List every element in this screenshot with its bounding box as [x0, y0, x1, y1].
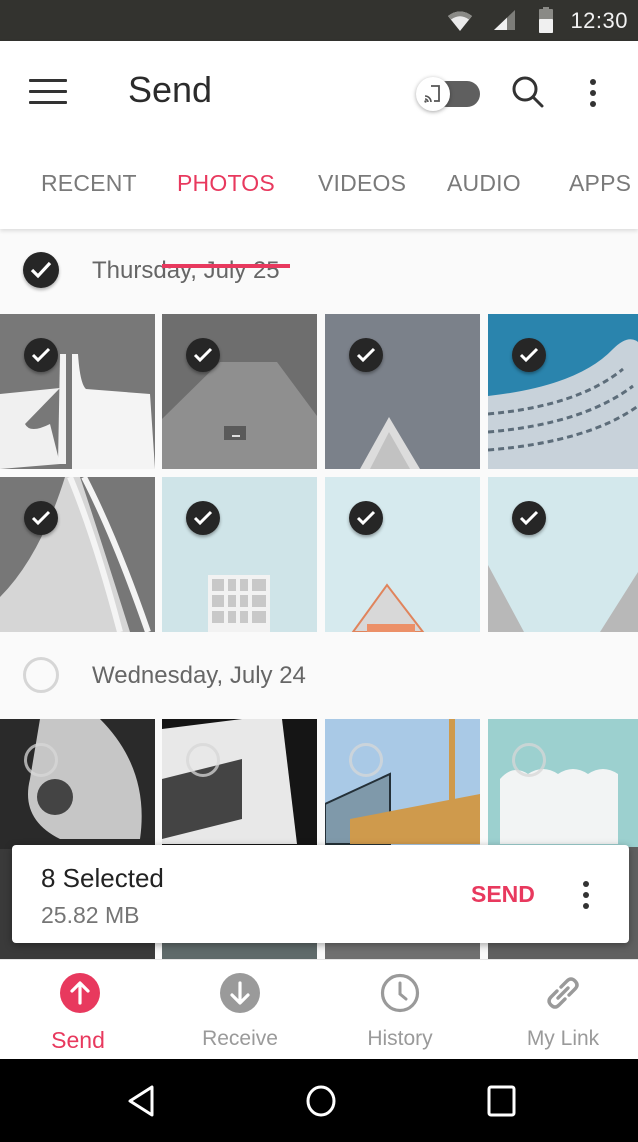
nav-item-history[interactable]: History [320, 960, 480, 1060]
nav-item-receive[interactable]: Receive [160, 960, 320, 1060]
nav-label: Send [51, 1027, 105, 1053]
nav-item-send[interactable]: Send [0, 960, 160, 1060]
more-vert-icon[interactable] [573, 877, 599, 913]
battery-icon [539, 7, 553, 33]
photo-thumbnail[interactable] [488, 477, 638, 632]
tab-audio[interactable]: AUDIO [447, 170, 521, 197]
category-tabs: RECENT PHOTOS VIDEOS AUDIO APPS [0, 140, 638, 268]
selection-summary-card: 8 Selected 25.82 MB SEND [12, 845, 629, 943]
back-triangle-icon[interactable] [122, 1081, 162, 1121]
photo-checkbox[interactable] [512, 338, 546, 372]
more-vert-icon[interactable] [580, 73, 606, 113]
checkmark-icon [193, 347, 213, 363]
checkmark-icon [31, 347, 51, 363]
photo-thumbnail[interactable] [0, 477, 155, 632]
photo-checkbox[interactable] [24, 338, 58, 372]
photo-image [0, 314, 155, 469]
photo-thumbnail[interactable] [325, 477, 480, 632]
upload-arrow-icon [60, 973, 100, 1013]
checkmark-icon [30, 261, 52, 279]
photo-checkbox[interactable] [512, 743, 546, 777]
active-tab-indicator [162, 264, 290, 268]
checkmark-icon [193, 510, 213, 526]
clock-time: 12:30 [570, 8, 628, 33]
section-date-label: Wednesday, July 24 [92, 662, 306, 689]
date-section-header: Thursday, July 25 [0, 230, 638, 314]
cast-toggle[interactable] [416, 75, 482, 113]
clock-icon [380, 973, 420, 1013]
app-bar: Send RECENT PHOTOS VIDEOS AUDIO APPS [0, 41, 638, 268]
nav-label: My Link [526, 1027, 600, 1050]
section-date-label: Thursday, July 25 [92, 257, 280, 284]
photo-image [325, 477, 480, 632]
photo-image [488, 477, 638, 632]
checkmark-icon [31, 510, 51, 526]
photo-checkbox[interactable] [349, 338, 383, 372]
select-all-checkbox[interactable] [23, 657, 59, 693]
recents-square-icon[interactable] [482, 1081, 522, 1121]
status-bar: 12:30 [0, 0, 638, 41]
wifi-icon [448, 11, 472, 31]
photo-checkbox[interactable] [186, 743, 220, 777]
checkmark-icon [356, 347, 376, 363]
link-icon [547, 977, 579, 1009]
checkmark-icon [519, 347, 539, 363]
tab-photos[interactable]: PHOTOS [177, 170, 275, 197]
select-all-checkbox[interactable] [23, 252, 59, 288]
photo-thumbnail[interactable] [162, 314, 317, 469]
nav-item-my-link[interactable]: My Link [483, 960, 638, 1060]
date-section-header: Wednesday, July 24 [0, 635, 638, 719]
nav-label: Receive [202, 1027, 278, 1050]
selected-count: 8 Selected [41, 863, 164, 893]
home-circle-icon[interactable] [301, 1081, 341, 1121]
photo-thumbnail[interactable] [0, 314, 155, 469]
nav-label: History [367, 1027, 433, 1050]
download-arrow-icon [220, 973, 260, 1013]
tab-videos[interactable]: VIDEOS [318, 170, 406, 197]
toggle-knob [416, 77, 450, 111]
photo-checkbox[interactable] [24, 501, 58, 535]
photo-image [162, 314, 317, 469]
photo-image [488, 314, 638, 469]
bottom-navigation: Send Receive History My Link [0, 959, 638, 1059]
photo-thumbnail[interactable] [162, 477, 317, 632]
photo-checkbox[interactable] [24, 743, 58, 777]
search-icon[interactable] [508, 73, 548, 113]
photo-checkbox[interactable] [186, 501, 220, 535]
page-title: Send [128, 69, 213, 110]
tab-apps[interactable]: APPS [569, 170, 631, 197]
tab-recent[interactable]: RECENT [41, 170, 137, 197]
photo-thumbnail[interactable] [488, 314, 638, 469]
photo-thumbnail[interactable] [325, 314, 480, 469]
photo-checkbox[interactable] [186, 338, 220, 372]
photo-image [0, 477, 155, 632]
checkmark-icon [519, 510, 539, 526]
cast-device-icon [424, 85, 440, 103]
photo-checkbox[interactable] [512, 501, 546, 535]
photo-image [162, 477, 317, 632]
send-button[interactable]: SEND [471, 881, 535, 908]
photo-checkbox[interactable] [349, 501, 383, 535]
photo-image [325, 314, 480, 469]
cell-signal-icon [494, 10, 515, 30]
system-navigation-bar [0, 1059, 638, 1142]
photo-checkbox[interactable] [349, 743, 383, 777]
selected-size: 25.82 MB [41, 902, 140, 928]
checkmark-icon [356, 510, 376, 526]
hamburger-menu-icon[interactable] [24, 71, 72, 111]
